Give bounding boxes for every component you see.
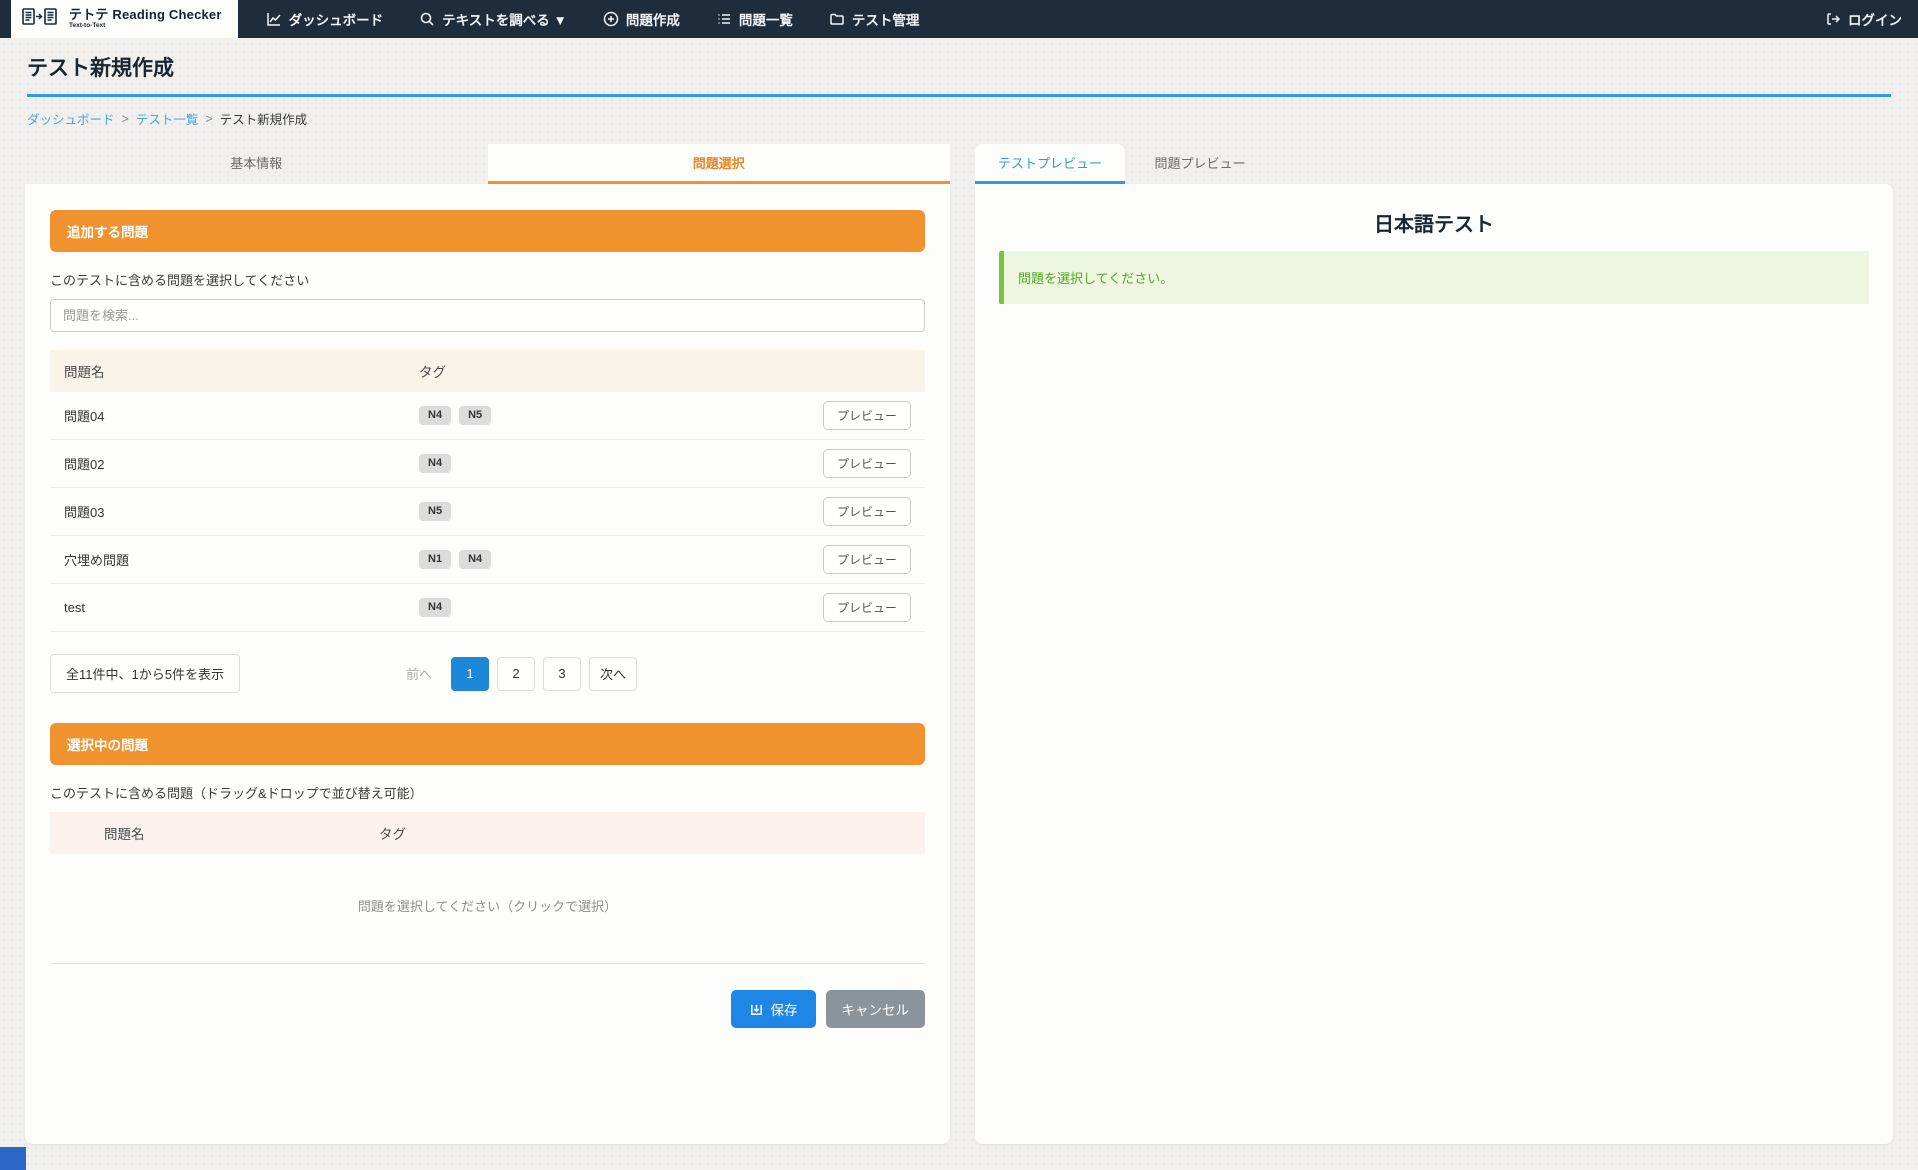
breadcrumb: ダッシュボード > テスト一覧 > テスト新規作成 (27, 109, 1891, 128)
results-summary: 全11件中、1から5件を表示 (50, 654, 240, 693)
nav-item-problem-list[interactable]: 問題一覧 (716, 9, 793, 29)
tag-badge: N4 (419, 406, 451, 425)
tag-badge: N4 (419, 598, 451, 617)
add-problems-header: 追加する問題 (50, 210, 925, 252)
login-button[interactable]: ログイン (1825, 9, 1902, 29)
select-problem-notice: 問題を選択してください。 (999, 251, 1869, 304)
tag-badge: N4 (459, 550, 491, 569)
save-button[interactable]: 保存 (731, 990, 816, 1028)
pagination-page-3[interactable]: 3 (543, 657, 581, 691)
page-title: テスト新規作成 (27, 52, 1891, 94)
page-header: テスト新規作成 ダッシュボード > テスト一覧 > テスト新規作成 (0, 38, 1918, 128)
selected-empty-message: 問題を選択してください（クリックで選択） (50, 854, 925, 963)
plus-circle-icon (603, 11, 619, 27)
tab-basic-info[interactable]: 基本情報 (25, 144, 488, 184)
preview-button[interactable]: プレビュー (823, 593, 911, 622)
title-rule (27, 94, 1891, 97)
test-preview-panel: 日本語テスト 問題を選択してください。 (975, 184, 1893, 1144)
selected-table-header: 問題名 タグ (50, 812, 925, 854)
form-actions: 保存 キャンセル (50, 990, 925, 1028)
breadcrumb-current: テスト新規作成 (220, 109, 308, 128)
pagination-page-2[interactable]: 2 (497, 657, 535, 691)
table-row[interactable]: 問題02 N4 プレビュー (50, 440, 925, 488)
preview-button[interactable]: プレビュー (823, 449, 911, 478)
table-row[interactable]: 問題04 N4 N5 プレビュー (50, 392, 925, 440)
preview-tabs: テストプレビュー 問題プレビュー (975, 144, 1893, 184)
corner-chip (0, 1147, 26, 1170)
breadcrumb-dashboard[interactable]: ダッシュボード (27, 109, 115, 128)
pagination: 前へ 1 2 3 次へ (395, 657, 637, 691)
tag-badge: N5 (419, 502, 451, 521)
breadcrumb-separator: > (205, 112, 212, 126)
nav-item-create-problem[interactable]: 問題作成 (603, 9, 680, 29)
preview-button[interactable]: プレビュー (823, 497, 911, 526)
actions-divider (50, 963, 925, 964)
table-header: 問題名 タグ (50, 350, 925, 392)
tag-badge: N5 (459, 406, 491, 425)
problem-search-input[interactable] (50, 299, 925, 332)
selected-problems-instruction: このテストに含める問題（ドラッグ&ドロップで並び替え可能） (50, 783, 925, 802)
preview-button[interactable]: プレビュー (823, 401, 911, 430)
nav-item-test-management[interactable]: テスト管理 (829, 9, 920, 29)
table-row[interactable]: 問題03 N5 プレビュー (50, 488, 925, 536)
tag-badge: N4 (419, 454, 451, 473)
brand-subtitle: Text-to-Text (69, 23, 222, 30)
folder-icon (829, 11, 845, 27)
problem-name: test (64, 600, 419, 615)
selected-problems-section: 選択中の問題 このテストに含める問題（ドラッグ&ドロップで並び替え可能） 問題名… (50, 723, 925, 963)
tab-problem-preview[interactable]: 問題プレビュー (1125, 144, 1275, 184)
text-to-text-logo-icon (21, 7, 61, 31)
pagination-prev-button[interactable]: 前へ (395, 657, 443, 691)
add-problems-instruction: このテストに含める問題を選択してください (50, 270, 925, 289)
nav-menu: ダッシュボード テキストを調べる ▼ 問題作成 問題一覧 テスト管理 (266, 0, 920, 38)
editor-tabs: 基本情報 問題選択 (25, 144, 950, 184)
preview-button[interactable]: プレビュー (823, 545, 911, 574)
pagination-page-1[interactable]: 1 (451, 657, 489, 691)
tab-test-preview[interactable]: テストプレビュー (975, 144, 1125, 184)
brand-logo[interactable]: テトテ Reading Checker Text-to-Text (11, 0, 238, 38)
brand-title: テトテ Reading Checker (69, 8, 222, 21)
chart-icon (266, 11, 282, 27)
pagination-row: 全11件中、1から5件を表示 前へ 1 2 3 次へ (50, 654, 925, 693)
save-icon (749, 1002, 764, 1017)
breadcrumb-separator: > (122, 112, 129, 126)
selected-problems-header: 選択中の問題 (50, 723, 925, 765)
problem-name: 問題03 (64, 502, 419, 521)
problem-name: 問題02 (64, 454, 419, 473)
login-icon (1825, 11, 1841, 27)
tag-badge: N1 (419, 550, 451, 569)
search-icon (419, 11, 435, 27)
problem-name: 穴埋め問題 (64, 550, 419, 569)
table-row[interactable]: test N4 プレビュー (50, 584, 925, 632)
nav-item-dashboard[interactable]: ダッシュボード (266, 9, 384, 29)
problem-name: 問題04 (64, 406, 419, 425)
list-icon (716, 11, 732, 27)
top-navbar: テトテ Reading Checker Text-to-Text ダッシュボード… (0, 0, 1918, 38)
pagination-next-button[interactable]: 次へ (589, 657, 637, 691)
table-row[interactable]: 穴埋め問題 N1 N4 プレビュー (50, 536, 925, 584)
nav-item-inspect-text[interactable]: テキストを調べる ▼ (419, 9, 567, 29)
cancel-button[interactable]: キャンセル (826, 990, 926, 1028)
test-preview-title: 日本語テスト (999, 202, 1869, 251)
problem-selection-panel: 追加する問題 このテストに含める問題を選択してください 問題名 タグ 問題04 … (25, 184, 950, 1144)
breadcrumb-test-list[interactable]: テスト一覧 (136, 109, 199, 128)
tab-problem-selection[interactable]: 問題選択 (488, 144, 951, 184)
available-problems-table: 問題名 タグ 問題04 N4 N5 プレビュー 問題02 N4 (50, 350, 925, 632)
